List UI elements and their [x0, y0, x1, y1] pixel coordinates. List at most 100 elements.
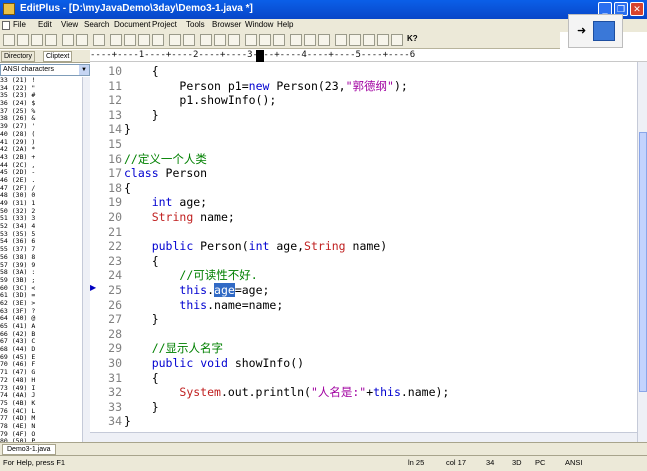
menu-edit[interactable]: Edit [38, 20, 52, 29]
close-button[interactable]: ✕ [630, 2, 644, 16]
screen-layout-icon[interactable] [335, 34, 347, 46]
panel-scrollbar[interactable] [82, 77, 90, 442]
horizontal-scrollbar[interactable] [90, 432, 637, 442]
line-number: 33 [108, 399, 122, 414]
code-line[interactable]: 25 this.age=age; [90, 283, 637, 298]
code-line[interactable]: 20 String name; [90, 210, 637, 225]
code-line[interactable]: 13 } [90, 108, 637, 123]
print-icon[interactable] [62, 34, 74, 46]
spell-check-icon[interactable] [93, 34, 105, 46]
menu-window[interactable]: Window [245, 20, 273, 29]
find-in-files-icon[interactable] [228, 34, 240, 46]
code-line[interactable]: 17 class Person [90, 166, 637, 181]
font-icon[interactable] [259, 34, 271, 46]
cut-icon[interactable] [110, 34, 122, 46]
code-token: age, [269, 239, 305, 254]
code-token: .out.println( [220, 385, 311, 400]
tab-directory[interactable]: Directory [1, 51, 36, 62]
code-line[interactable]: 18{ [90, 181, 637, 196]
arrow-right-icon: ➜ [577, 25, 587, 37]
code-line[interactable]: 28 [90, 327, 637, 342]
code-line[interactable]: 33 } [90, 400, 637, 415]
delete-icon[interactable] [152, 34, 164, 46]
code-token: ); [393, 78, 408, 93]
user-tool-icon[interactable] [391, 34, 403, 46]
line-number-icon[interactable] [318, 34, 330, 46]
code-line[interactable]: 15 [90, 137, 637, 152]
redo-icon[interactable] [183, 34, 195, 46]
code-line[interactable]: 32 System.out.println("人名是:"+this.name); [90, 385, 637, 400]
line-number: 16 [108, 151, 122, 166]
vertical-scrollbar[interactable] [637, 62, 647, 442]
save-all-icon[interactable] [45, 34, 57, 46]
code-line[interactable]: 24 //可读性不好. [90, 268, 637, 283]
code-token: name; [193, 210, 235, 224]
output-window-icon[interactable] [363, 34, 375, 46]
code-token: name) [345, 239, 388, 254]
code-line[interactable]: 31 { [90, 371, 637, 386]
cliptext-library-select[interactable]: ANSI characters ▼ [0, 64, 90, 76]
title-bar: EditPlus - [D:\myJavaDemo\3day\Demo3-1.j… [0, 0, 647, 19]
code-line[interactable]: 21 [90, 225, 637, 240]
ruler-icon[interactable] [304, 34, 316, 46]
char-glyph: 1 [31, 199, 36, 207]
word-wrap-icon[interactable] [290, 34, 302, 46]
char-glyph: 7 [31, 245, 36, 254]
cliptext-library-value: ANSI characters [3, 66, 54, 73]
undo-icon[interactable] [169, 34, 181, 46]
menu-tools[interactable]: Tools [186, 20, 205, 29]
vertical-scroll-thumb[interactable] [639, 132, 647, 392]
context-help-icon[interactable]: K? [407, 34, 418, 43]
menu-browser[interactable]: Browser [212, 20, 241, 29]
menu-search[interactable]: Search [84, 20, 109, 29]
char-glyph: H [31, 375, 36, 384]
status-line: ln 25 [408, 458, 425, 467]
color-picker-icon[interactable] [245, 34, 257, 46]
paste-icon[interactable] [138, 34, 150, 46]
replace-icon[interactable] [214, 34, 226, 46]
code-token: .name); [400, 385, 450, 400]
code-line[interactable]: 22 public Person(int age,String name) [90, 239, 637, 254]
code-line[interactable]: 14} [90, 122, 637, 137]
code-line[interactable]: 23 { [90, 254, 637, 269]
menu-project[interactable]: Project [152, 20, 177, 29]
code-token: //可读性不好. [179, 268, 258, 283]
open-file-icon[interactable] [17, 34, 29, 46]
code-token: { [124, 180, 131, 195]
browser-preview-icon[interactable] [273, 34, 285, 46]
screen-widget[interactable]: ➜ [568, 14, 623, 48]
cliptext-window-icon[interactable] [349, 34, 361, 46]
find-icon[interactable] [200, 34, 212, 46]
code-line[interactable]: 12 p1.showInfo(); [90, 93, 637, 108]
menu-view[interactable]: View [61, 20, 78, 29]
ansi-character-list[interactable]: 33 (21)! 34 (22) " 35 (23) #36 (24) $37 (25)%… [0, 77, 82, 442]
code-line[interactable]: 10 { [90, 64, 637, 79]
code-line[interactable]: 26 this.name=name; [90, 298, 637, 313]
code-editor[interactable]: ▶ 10 {11 Person p1=new Person(23,"郭德纲");… [90, 62, 637, 442]
new-file-icon[interactable] [3, 34, 15, 46]
copy-icon[interactable] [124, 34, 136, 46]
code-line[interactable]: 27 } [90, 312, 637, 327]
code-line[interactable]: 29 //显示人名字 [90, 341, 637, 356]
print-preview-icon[interactable] [76, 34, 88, 46]
ruler-cursor-marker [256, 50, 264, 62]
directory-window-icon[interactable] [377, 34, 389, 46]
code-line[interactable]: 16//定义一个人类 [90, 152, 637, 167]
code-line[interactable]: 19 int age; [90, 195, 637, 210]
code-line[interactable]: 11 Person p1=new Person(23,"郭德纲"); [90, 79, 637, 94]
tab-cliptext[interactable]: Cliptext [43, 51, 73, 62]
line-number: 30 [108, 356, 122, 370]
code-line[interactable]: 30 public void showInfo() [90, 356, 637, 371]
code-text: //定义一个人类 [124, 152, 207, 167]
tab-demo3-1[interactable]: Demo3-1.java [2, 444, 56, 455]
chevron-down-icon: ▼ [79, 65, 89, 75]
save-icon[interactable] [31, 34, 43, 46]
line-number: 24 [108, 268, 122, 283]
menu-file[interactable]: File [13, 20, 26, 29]
menu-help[interactable]: Help [277, 20, 293, 29]
code-line[interactable]: 34} [90, 414, 637, 429]
char-glyph: * [31, 145, 36, 154]
menu-document[interactable]: Document [114, 20, 150, 29]
